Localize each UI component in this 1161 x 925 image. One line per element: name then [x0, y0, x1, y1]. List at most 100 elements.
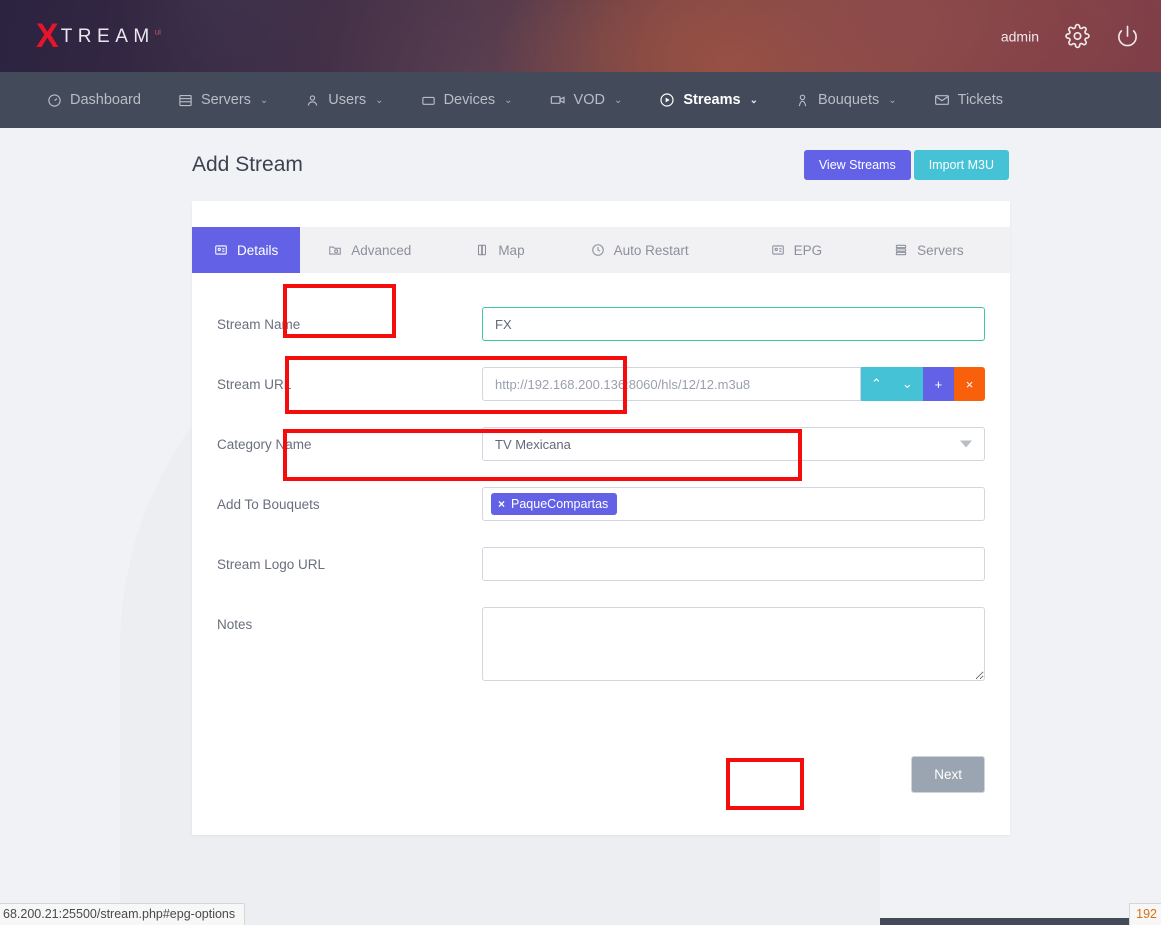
nav-item-bouquets[interactable]: Bouquets ⌄: [778, 72, 914, 128]
bouquets-tag-input[interactable]: × PaqueCompartas: [482, 487, 985, 521]
notes-textarea[interactable]: [482, 607, 985, 681]
nav-label: Dashboard: [70, 92, 141, 108]
topbar-right-actions: admin: [1001, 24, 1139, 49]
tab-auto-restart[interactable]: Auto Restart: [547, 227, 711, 273]
add-stream-form: Stream Name Stream URL ⌃ ⌄ + ×: [192, 273, 1010, 686]
category-name-select[interactable]: [482, 427, 985, 461]
tab-servers[interactable]: Servers: [844, 227, 986, 273]
field-row-notes: Notes: [217, 607, 985, 686]
bouquet-tag-label: PaqueCompartas: [511, 497, 608, 511]
device-icon: [421, 93, 436, 108]
bouquet-icon: [795, 93, 810, 108]
field-row-stream-name: Stream Name: [217, 307, 985, 341]
field-row-stream-url: Stream URL ⌃ ⌄ + ×: [217, 367, 985, 401]
chevron-down-icon: ⌄: [888, 95, 896, 106]
nav-label: Users: [328, 92, 366, 108]
nav-item-tickets[interactable]: Tickets: [917, 72, 1020, 128]
nav-item-devices[interactable]: Devices ⌄: [404, 72, 530, 128]
stream-url-delete-button[interactable]: ×: [954, 367, 985, 401]
stream-url-add-button[interactable]: +: [923, 367, 954, 401]
card-top-spacer: [192, 201, 1010, 227]
tab-label: Servers: [917, 243, 964, 258]
admin-username[interactable]: admin: [1001, 28, 1039, 44]
chevron-down-icon: ⌄: [375, 95, 383, 106]
nav-label: Devices: [444, 92, 496, 108]
next-button[interactable]: Next: [911, 756, 985, 793]
stream-url-input[interactable]: [482, 367, 861, 401]
notes-control: [482, 607, 985, 686]
add-stream-card: Details Advanced Map Auto Restart EPG: [192, 201, 1010, 835]
tab-label: Details: [237, 243, 278, 258]
stream-url-label: Stream URL: [217, 367, 482, 392]
add-to-bouquets-control: × PaqueCompartas: [482, 487, 985, 521]
nav-item-servers[interactable]: Servers ⌄: [161, 72, 285, 128]
nav-item-dashboard[interactable]: Dashboard: [30, 72, 158, 128]
servers-stack-icon: [894, 243, 908, 257]
add-to-bouquets-label: Add To Bouquets: [217, 487, 482, 512]
stream-url-move-down-button[interactable]: ⌄: [892, 367, 923, 401]
tab-label: Advanced: [351, 243, 411, 258]
tab-label: Map: [498, 243, 524, 258]
nav-label: Servers: [201, 92, 251, 108]
tab-details[interactable]: Details: [192, 227, 300, 273]
play-circle-icon: [659, 92, 675, 108]
logo-superscript: ui: [155, 27, 161, 36]
logo-x-mark: X: [36, 19, 58, 53]
stream-name-control: [482, 307, 985, 341]
mail-icon: [934, 92, 950, 108]
xtream-logo[interactable]: X TREAMui: [36, 19, 161, 53]
clock-icon: [591, 243, 605, 257]
chevron-down-icon: ⌄: [260, 95, 268, 106]
main-navigation: Dashboard Servers ⌄ Users ⌄ Devices ⌄ VO…: [0, 72, 1161, 128]
tab-map[interactable]: Map: [433, 227, 546, 273]
stream-url-control: ⌃ ⌄ + ×: [482, 367, 985, 401]
import-m3u-button[interactable]: Import M3U: [914, 150, 1009, 180]
category-name-control: [482, 427, 985, 461]
gear-icon[interactable]: [1065, 24, 1090, 49]
power-icon[interactable]: [1116, 25, 1139, 48]
stream-logo-url-input[interactable]: [482, 547, 985, 581]
form-footer-actions: Next: [192, 712, 1010, 833]
nav-item-users[interactable]: Users ⌄: [288, 72, 400, 128]
notes-label: Notes: [217, 607, 482, 632]
logo-wordmark: TREAMui: [61, 27, 161, 46]
tab-label: EPG: [794, 243, 823, 258]
bouquet-tag[interactable]: × PaqueCompartas: [491, 493, 617, 515]
page-title: Add Stream: [192, 153, 303, 177]
stream-url-input-group: ⌃ ⌄ + ×: [482, 367, 985, 401]
nav-label: Tickets: [958, 92, 1003, 108]
chevron-down-icon: ⌄: [750, 95, 758, 106]
map-icon: [475, 243, 489, 257]
servers-icon: [178, 93, 193, 108]
epg-icon: [771, 243, 785, 257]
nav-label: Bouquets: [818, 92, 879, 108]
app-root: X TREAMui admin Dashboard: [0, 0, 1161, 925]
tab-advanced[interactable]: Advanced: [300, 227, 433, 273]
stream-logo-url-label: Stream Logo URL: [217, 547, 482, 572]
field-row-stream-logo-url: Stream Logo URL: [217, 547, 985, 581]
stream-name-label: Stream Name: [217, 307, 482, 332]
stream-logo-url-control: [482, 547, 985, 581]
field-row-category-name: Category Name: [217, 427, 985, 461]
chevron-down-icon: ⌄: [614, 95, 622, 106]
browser-corner-chip: 192: [1129, 903, 1161, 925]
tab-epg[interactable]: EPG: [711, 227, 845, 273]
form-tabs: Details Advanced Map Auto Restart EPG: [192, 227, 1010, 273]
advanced-icon: [328, 243, 342, 257]
nav-item-streams[interactable]: Streams ⌄: [642, 72, 775, 128]
view-streams-button[interactable]: View Streams: [804, 150, 911, 180]
stream-name-input[interactable]: [482, 307, 985, 341]
video-icon: [550, 92, 566, 108]
top-brand-bar: X TREAMui admin: [0, 0, 1161, 72]
chevron-down-icon: ⌄: [504, 95, 512, 106]
stream-url-move-up-button[interactable]: ⌃: [861, 367, 892, 401]
nav-label: Streams: [683, 92, 740, 108]
details-icon: [214, 243, 228, 257]
nav-label: VOD: [574, 92, 605, 108]
user-icon: [305, 93, 320, 108]
remove-tag-icon[interactable]: ×: [498, 497, 505, 511]
page-header-actions: View Streams Import M3U: [804, 150, 1009, 180]
page-header: Add Stream View Streams Import M3U: [0, 128, 1161, 180]
nav-item-vod[interactable]: VOD ⌄: [533, 72, 640, 128]
browser-status-bar: 68.200.21:25500/stream.php#epg-options: [0, 903, 245, 925]
